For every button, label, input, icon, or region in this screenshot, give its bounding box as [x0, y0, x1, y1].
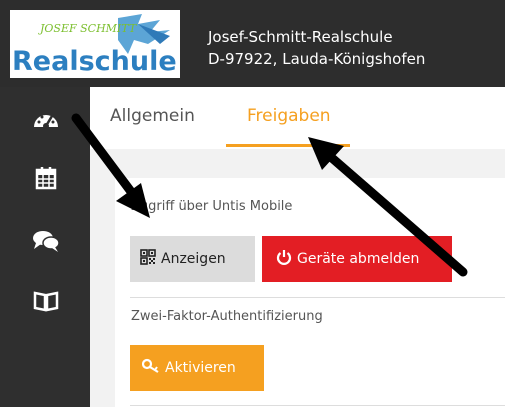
section-divider-bottom	[130, 405, 505, 406]
two-factor-label: Zwei-Faktor-Authentifizierung	[131, 309, 323, 324]
logo-bottom-text: Realschule	[12, 46, 177, 77]
logout-devices-button[interactable]: Geräte abmelden	[262, 236, 452, 282]
sidebar	[0, 87, 90, 407]
calendar-icon[interactable]	[32, 166, 60, 194]
qr-code-icon	[140, 249, 156, 269]
school-name-line: Josef-Schmitt-Realschule	[208, 28, 393, 46]
tab-allgemein[interactable]: Allgemein	[110, 104, 195, 128]
logo-graphic: JOSEF SCHMITT Realschule	[10, 10, 180, 78]
untis-mobile-label: Zugriff über Untis Mobile	[131, 199, 293, 214]
logout-button-label: Geräte abmelden	[297, 251, 420, 267]
show-qr-button[interactable]: Anzeigen	[130, 236, 255, 282]
key-icon	[141, 358, 160, 378]
tab-freigaben[interactable]: Freigaben	[247, 104, 331, 128]
messages-icon[interactable]	[32, 229, 60, 257]
dashboard-icon[interactable]	[32, 107, 60, 135]
activate-button-label: Aktivieren	[165, 360, 236, 376]
power-icon	[276, 249, 292, 269]
activate-2fa-button[interactable]: Aktivieren	[130, 345, 264, 391]
tab-bar: Allgemein Freigaben	[90, 87, 505, 149]
school-address-line: D-97922, Lauda-Königshofen	[208, 50, 426, 68]
top-bar: JOSEF SCHMITT Realschule Josef-Schmitt-R…	[0, 0, 505, 87]
show-button-label: Anzeigen	[161, 251, 226, 267]
main-content: Allgemein Freigaben Zugriff über Untis M…	[90, 87, 505, 407]
school-logo[interactable]: JOSEF SCHMITT Realschule	[10, 10, 180, 78]
active-tab-indicator	[226, 144, 350, 147]
section-divider	[130, 297, 505, 298]
school-info: Josef-Schmitt-Realschule D-97922, Lauda-…	[208, 26, 425, 70]
book-icon[interactable]	[32, 289, 60, 317]
logo-top-text: JOSEF SCHMITT	[38, 22, 138, 35]
